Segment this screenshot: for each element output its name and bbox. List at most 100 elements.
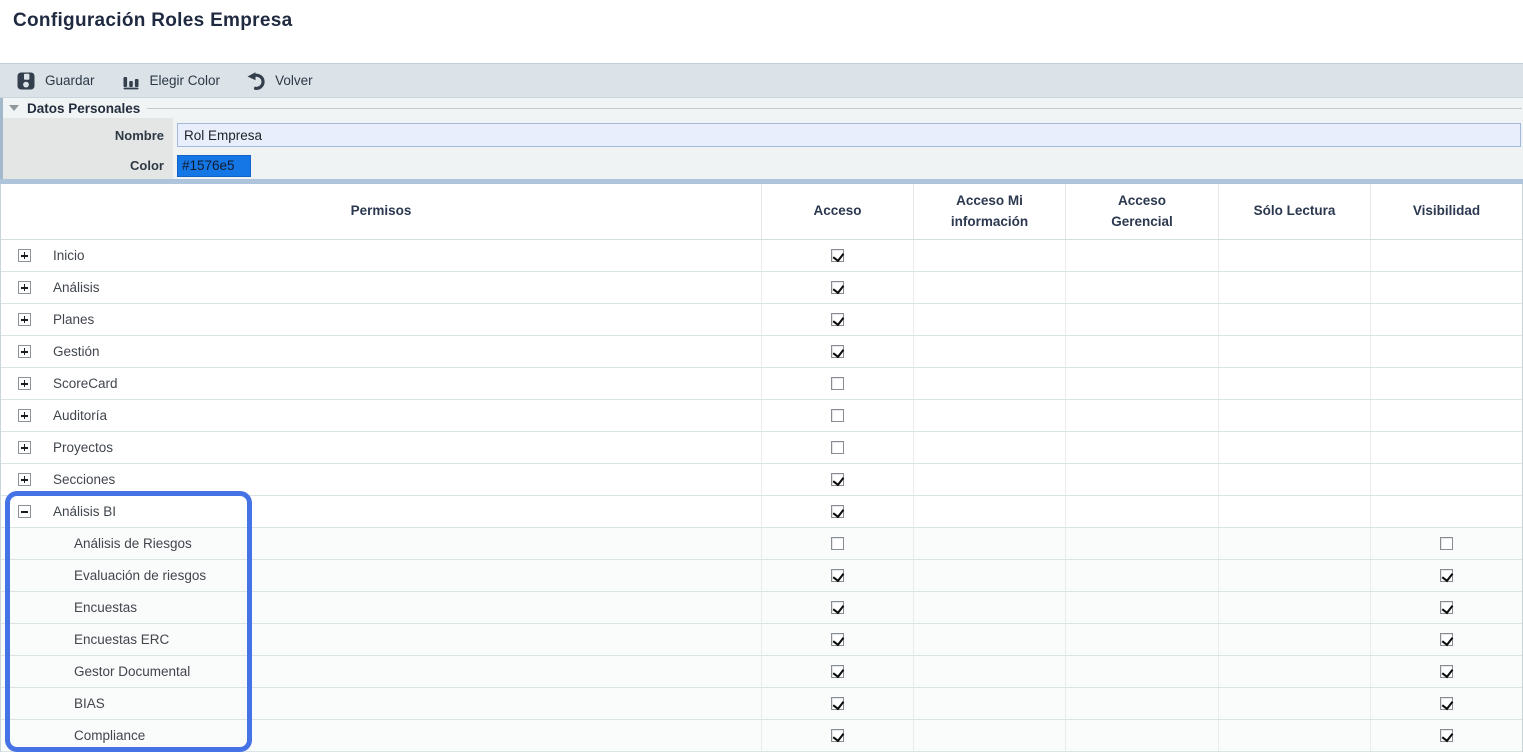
acceso-checkbox[interactable] [831, 441, 844, 454]
table-row: BIAS [1, 688, 1522, 720]
roles-config-page: Configuración Roles Empresa Guardar [0, 0, 1523, 756]
table-row: Inicio [1, 240, 1522, 272]
visibilidad-checkbox[interactable] [1440, 537, 1453, 550]
color-row: Color #1576e5 [3, 152, 1523, 179]
acceso-checkbox[interactable] [831, 537, 844, 550]
expand-icon[interactable] [18, 473, 31, 486]
cell-acceso [762, 592, 914, 623]
page-title: Configuración Roles Empresa [13, 10, 292, 31]
table-row: Gestor Documental [1, 656, 1522, 688]
cell-visibilidad [1371, 624, 1522, 655]
color-swatch[interactable]: #1576e5 [177, 155, 251, 177]
cell-acceso-gerencial [1066, 624, 1219, 655]
row-label: Gestor Documental [74, 664, 190, 679]
cell-solo-lectura [1219, 432, 1371, 463]
cell-acceso [762, 528, 914, 559]
visibilidad-checkbox[interactable] [1440, 665, 1453, 678]
visibilidad-checkbox[interactable] [1440, 633, 1453, 646]
cell-visibilidad [1371, 400, 1522, 431]
cell-visibilidad [1371, 432, 1522, 463]
nombre-input[interactable] [177, 123, 1521, 147]
table-row: Planes [1, 304, 1522, 336]
cell-acceso-mi-informacion [914, 560, 1066, 591]
cell-acceso-mi-informacion [914, 432, 1066, 463]
acceso-checkbox[interactable] [831, 665, 844, 678]
cell-permiso: Inicio [1, 240, 762, 271]
cell-acceso-mi-informacion [914, 656, 1066, 687]
cell-acceso-gerencial [1066, 528, 1219, 559]
choose-color-button[interactable]: Elegir Color [121, 71, 221, 91]
cell-acceso-mi-informacion [914, 720, 1066, 751]
cell-acceso [762, 400, 914, 431]
acceso-checkbox[interactable] [831, 281, 844, 294]
column-header-acceso-mi-informacion: Acceso Mi información [914, 184, 1066, 239]
acceso-checkbox[interactable] [831, 569, 844, 582]
column-header-acceso: Acceso [762, 184, 914, 239]
cell-acceso-gerencial [1066, 688, 1219, 719]
cell-permiso: Análisis de Riesgos [1, 528, 762, 559]
cell-visibilidad [1371, 720, 1522, 751]
expand-icon[interactable] [18, 409, 31, 422]
visibilidad-checkbox[interactable] [1440, 569, 1453, 582]
visibilidad-checkbox[interactable] [1440, 729, 1453, 742]
cell-solo-lectura [1219, 624, 1371, 655]
acceso-checkbox[interactable] [831, 601, 844, 614]
cell-acceso-mi-informacion [914, 464, 1066, 495]
cell-acceso-mi-informacion [914, 624, 1066, 655]
cell-acceso-gerencial [1066, 368, 1219, 399]
row-label: Análisis BI [53, 504, 116, 519]
expand-icon[interactable] [18, 281, 31, 294]
cell-acceso-gerencial [1066, 336, 1219, 367]
cell-acceso [762, 496, 914, 527]
table-row: ScoreCard [1, 368, 1522, 400]
acceso-checkbox[interactable] [831, 633, 844, 646]
acceso-checkbox[interactable] [831, 249, 844, 262]
acceso-checkbox[interactable] [831, 377, 844, 390]
expand-icon[interactable] [18, 377, 31, 390]
visibilidad-checkbox[interactable] [1440, 601, 1453, 614]
collapse-triangle-icon[interactable] [9, 105, 19, 111]
expand-icon[interactable] [18, 345, 31, 358]
cell-permiso: Compliance [1, 720, 762, 751]
table-row: Proyectos [1, 432, 1522, 464]
collapse-icon[interactable] [18, 505, 31, 518]
cell-acceso-gerencial [1066, 272, 1219, 303]
acceso-checkbox[interactable] [831, 345, 844, 358]
visibilidad-checkbox[interactable] [1440, 697, 1453, 710]
color-label: Color [3, 152, 173, 179]
expand-icon[interactable] [18, 441, 31, 454]
cell-visibilidad [1371, 240, 1522, 271]
cell-visibilidad [1371, 688, 1522, 719]
acceso-checkbox[interactable] [831, 505, 844, 518]
cell-visibilidad [1371, 304, 1522, 335]
cell-solo-lectura [1219, 560, 1371, 591]
table-row: Gestión [1, 336, 1522, 368]
expand-icon[interactable] [18, 313, 31, 326]
acceso-checkbox[interactable] [831, 313, 844, 326]
table-row: Análisis BI [1, 496, 1522, 528]
cell-acceso [762, 240, 914, 271]
row-label: Auditoría [53, 408, 107, 423]
expand-icon[interactable] [18, 249, 31, 262]
cell-visibilidad [1371, 592, 1522, 623]
cell-acceso-mi-informacion [914, 528, 1066, 559]
cell-acceso-gerencial [1066, 432, 1219, 463]
cell-acceso-gerencial [1066, 304, 1219, 335]
acceso-checkbox[interactable] [831, 409, 844, 422]
cell-solo-lectura [1219, 240, 1371, 271]
table-row: Secciones [1, 464, 1522, 496]
back-button[interactable]: Volver [246, 71, 313, 91]
save-button[interactable]: Guardar [16, 71, 95, 91]
cell-acceso-mi-informacion [914, 336, 1066, 367]
cell-permiso: Análisis [1, 272, 762, 303]
acceso-checkbox[interactable] [831, 697, 844, 710]
row-label: Encuestas ERC [74, 632, 169, 647]
acceso-checkbox[interactable] [831, 473, 844, 486]
save-icon [16, 71, 36, 91]
cell-permiso: Proyectos [1, 432, 762, 463]
cell-acceso-gerencial [1066, 720, 1219, 751]
nombre-label: Nombre [3, 118, 173, 152]
acceso-checkbox[interactable] [831, 729, 844, 742]
permissions-table: Permisos Acceso Acceso Mi información Ac… [0, 184, 1523, 752]
cell-visibilidad [1371, 496, 1522, 527]
